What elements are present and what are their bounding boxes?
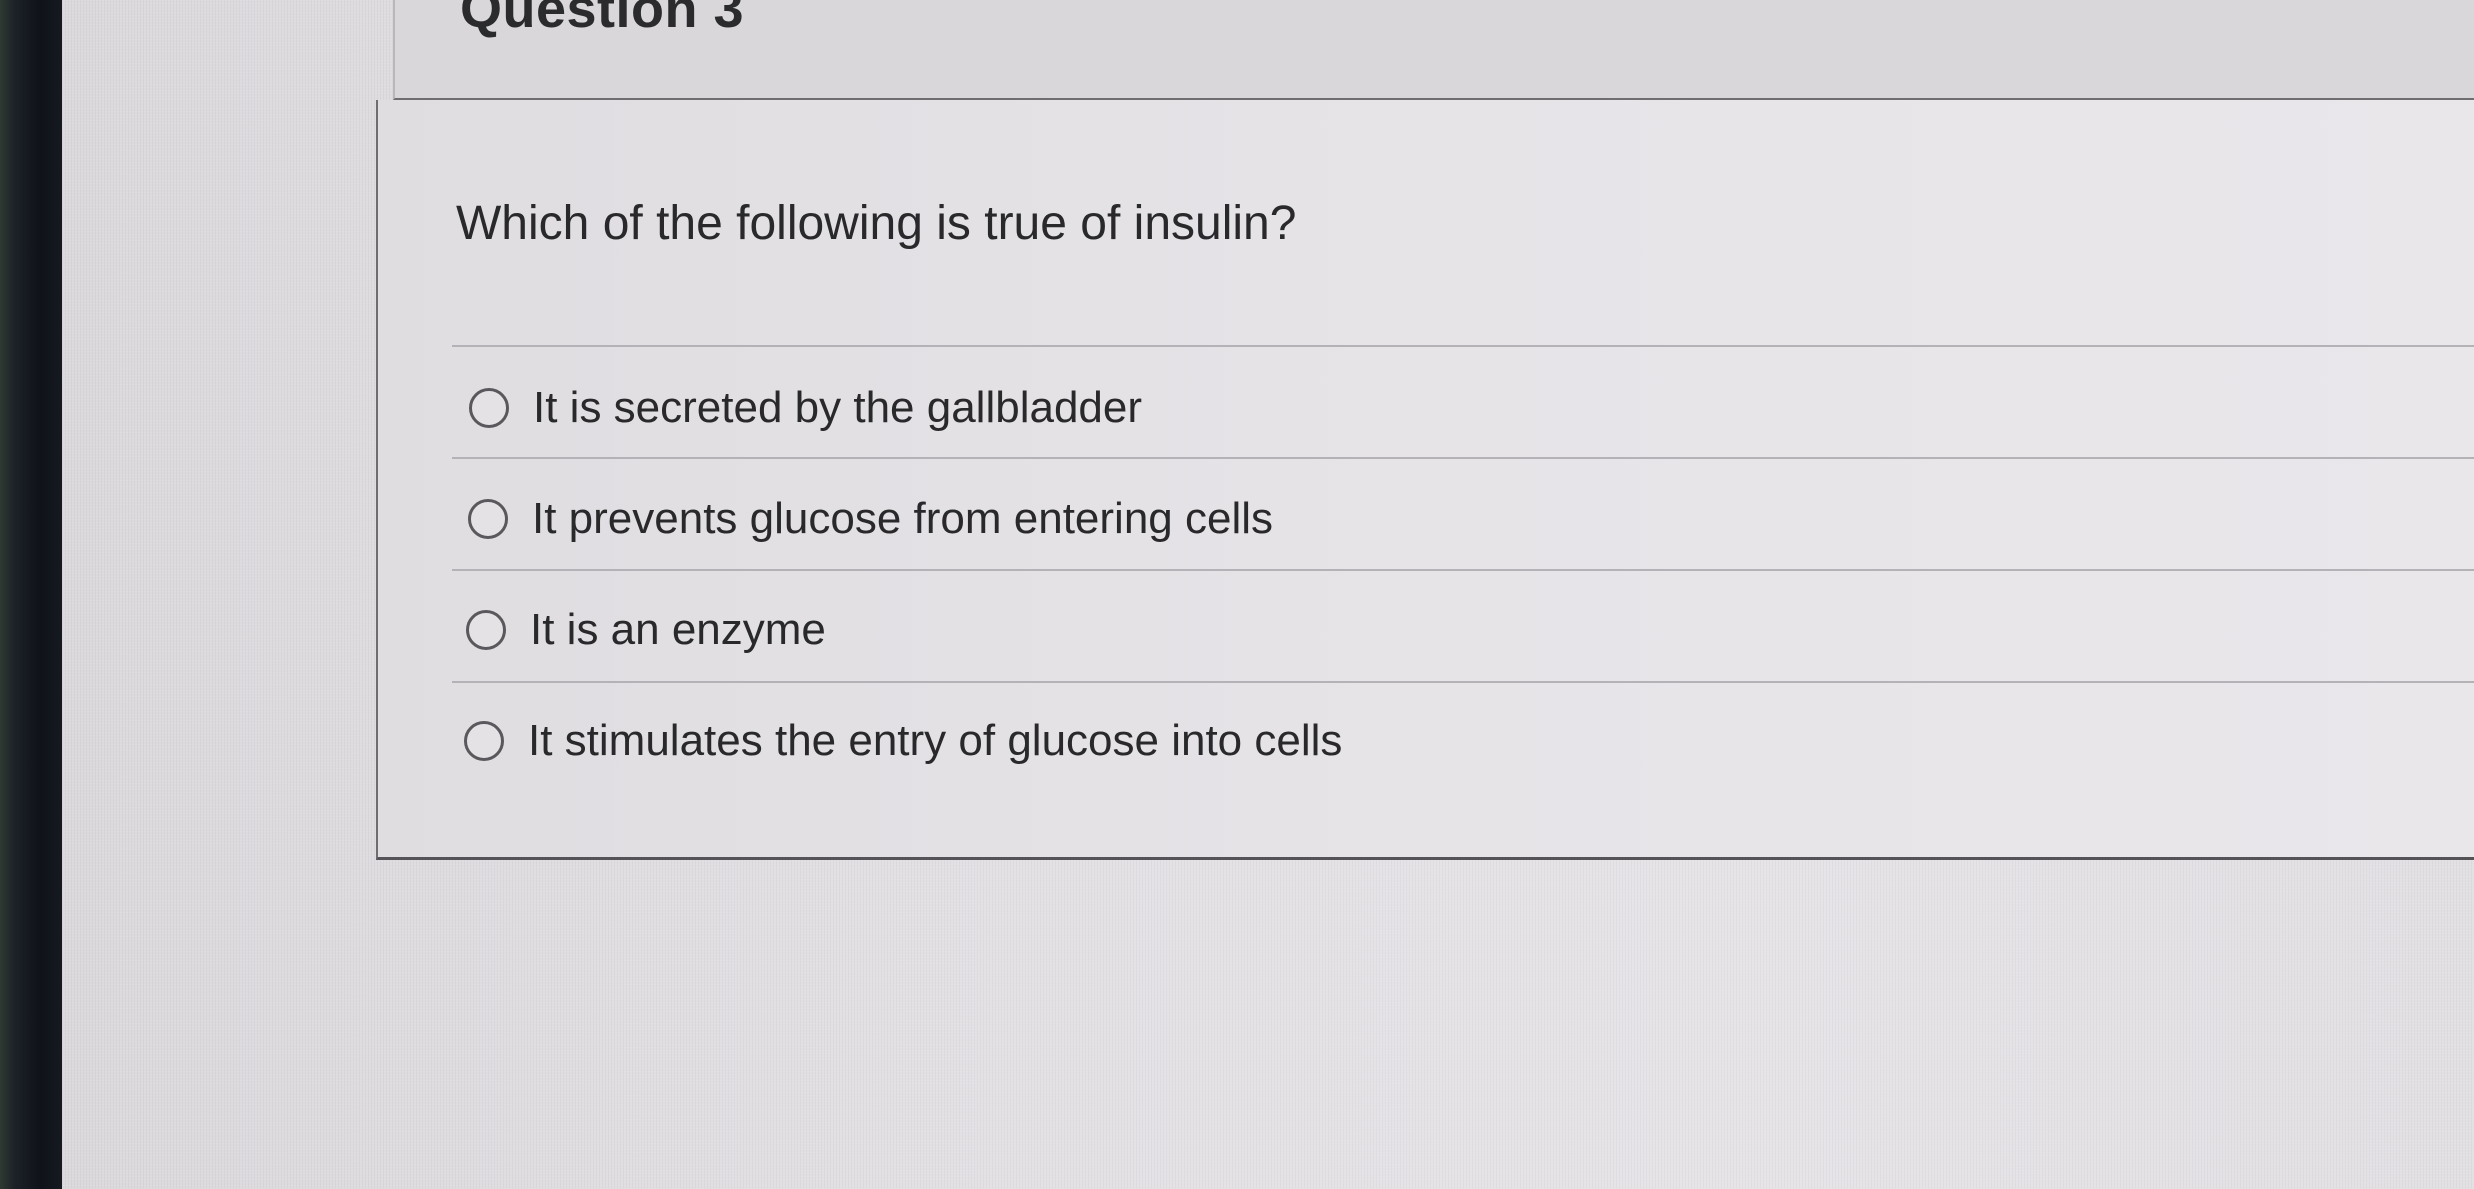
radio-button[interactable] <box>469 388 509 428</box>
answer-option-2[interactable]: It prevents glucose from entering cells <box>468 494 1273 544</box>
answer-option-1[interactable]: It is secreted by the gallbladder <box>469 383 1142 433</box>
answer-option-4[interactable]: It stimulates the entry of glucose into … <box>464 716 1342 766</box>
radio-button[interactable] <box>466 610 506 650</box>
question-title: Question 3 <box>460 0 745 39</box>
radio-button[interactable] <box>468 499 508 539</box>
answer-divider <box>452 569 2474 571</box>
answer-label: It is secreted by the gallbladder <box>533 383 1143 432</box>
answer-label: It is an enzyme <box>530 605 826 654</box>
answer-label: It stimulates the entry of glucose into … <box>528 716 1343 765</box>
answer-divider <box>452 457 2474 459</box>
answer-option-3[interactable]: It is an enzyme <box>466 605 826 655</box>
monitor-bezel <box>0 0 62 1189</box>
answer-divider <box>452 345 2474 347</box>
question-prompt: Which of the following is true of insuli… <box>456 197 1297 250</box>
answer-divider <box>452 681 2474 683</box>
radio-button[interactable] <box>464 721 504 761</box>
answer-label: It prevents glucose from entering cells <box>532 494 1274 543</box>
